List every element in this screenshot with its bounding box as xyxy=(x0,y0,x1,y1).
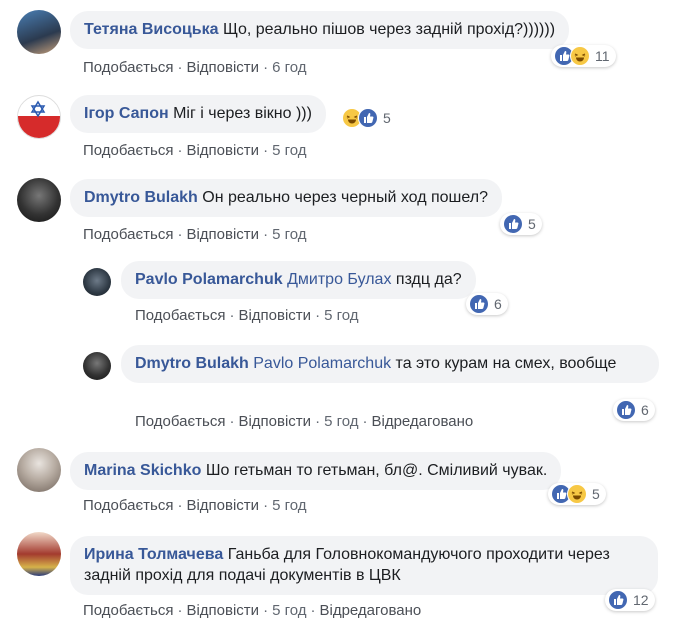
avatar[interactable] xyxy=(83,268,111,296)
avatar[interactable] xyxy=(17,532,61,576)
reactions-badge[interactable]: 5 xyxy=(339,107,397,129)
like-icon xyxy=(608,590,628,610)
timestamp[interactable]: 5 год xyxy=(272,602,306,619)
avatar[interactable] xyxy=(17,448,61,492)
mention-link[interactable]: Дмитро Булах xyxy=(287,271,391,288)
comment-bubble: Marina Skichko Шо гетьман то гетьман, бл… xyxy=(70,452,562,490)
reaction-count: 6 xyxy=(494,296,502,312)
like-link[interactable]: Подобається xyxy=(83,142,173,159)
timestamp[interactable]: 5 год xyxy=(324,413,358,430)
avatar[interactable] xyxy=(17,178,61,222)
like-link[interactable]: Подобається xyxy=(83,59,173,76)
comment-author[interactable]: Тетяна Висоцька xyxy=(84,21,218,38)
reply-link[interactable]: Відповісти xyxy=(186,602,259,619)
mention-link[interactable]: Pavlo Polamarchuk xyxy=(253,355,391,372)
reaction-count: 5 xyxy=(592,486,600,502)
like-link[interactable]: Подобається xyxy=(83,602,173,619)
like-link[interactable]: Подобається xyxy=(135,413,225,430)
haha-icon xyxy=(570,46,590,66)
comment-author[interactable]: Dmytro Bulakh xyxy=(84,189,198,206)
comment-text: Міг і через вікно ))) xyxy=(173,105,312,122)
timestamp[interactable]: 5 год xyxy=(324,307,358,324)
comment-actions: Подобається · Відповісти · 5 год xyxy=(83,142,307,159)
comment-actions: Подобається · Відповісти · 5 год xyxy=(135,307,359,324)
like-link[interactable]: Подобається xyxy=(83,497,173,514)
reply-link[interactable]: Відповісти xyxy=(186,142,259,159)
reply-link[interactable]: Відповісти xyxy=(238,413,311,430)
edited-label[interactable]: Відредаговано xyxy=(371,413,473,430)
comment-author[interactable]: Ігор Сапон xyxy=(84,105,169,122)
reaction-count: 6 xyxy=(641,402,649,418)
reply-link[interactable]: Відповісти xyxy=(186,497,259,514)
avatar[interactable] xyxy=(83,352,111,380)
comment-actions: Подобається · Відповісти · 6 год xyxy=(83,59,307,76)
reactions-badge[interactable]: 11 xyxy=(551,45,616,67)
comment-text: Шо гетьман то гетьман, бл@. Сміливий чув… xyxy=(205,462,548,479)
comment-bubble: Dmytro Bulakh Он реально через черный хо… xyxy=(70,179,502,217)
comment-actions: Подобається · Відповісти · 5 год xyxy=(83,226,307,243)
edited-label[interactable]: Відредаговано xyxy=(319,602,421,619)
reply-link[interactable]: Відповісти xyxy=(186,226,259,243)
timestamp[interactable]: 5 год xyxy=(272,142,306,159)
comment-text: та это курам на смех, вообще xyxy=(395,355,617,372)
like-icon xyxy=(616,400,636,420)
reply-link[interactable]: Відповісти xyxy=(186,59,259,76)
comment-bubble: Dmytro Bulakh Pavlo Polamarchuk та это к… xyxy=(121,345,659,383)
comment-actions: Подобається · Відповісти · 5 год · Відредагова… xyxy=(83,602,422,619)
reply-link[interactable]: Відповісти xyxy=(238,307,311,324)
like-icon xyxy=(469,294,489,314)
reactions-badge[interactable]: 5 xyxy=(500,213,542,235)
comment-bubble: Ирина Толмачева Ганьба для Головнокоманд… xyxy=(70,536,658,595)
reactions-badge[interactable]: 6 xyxy=(613,399,655,421)
comment-bubble: Ігор Сапон Міг і через вікно ))) xyxy=(70,95,326,133)
reaction-count: 5 xyxy=(528,216,536,232)
comment-author[interactable]: Ирина Толмачева xyxy=(84,546,223,563)
timestamp[interactable]: 6 год xyxy=(272,59,306,76)
reactions-badge[interactable]: 6 xyxy=(466,293,508,315)
comment-text: пздц да? xyxy=(395,271,462,288)
avatar[interactable] xyxy=(17,95,61,139)
reaction-count: 11 xyxy=(595,48,610,64)
comment-author[interactable]: Pavlo Polamarchuk xyxy=(135,271,283,288)
like-icon xyxy=(358,108,378,128)
comment-text: Що, реально пішов через задній прохід?))… xyxy=(222,21,556,38)
like-link[interactable]: Подобається xyxy=(135,307,225,324)
timestamp[interactable]: 5 год xyxy=(272,497,306,514)
timestamp[interactable]: 5 год xyxy=(272,226,306,243)
flag-icon xyxy=(18,100,60,138)
reactions-badge[interactable]: 12 xyxy=(605,589,655,611)
comment-text: Он реально через черный ход пошел? xyxy=(202,189,488,206)
reaction-count: 5 xyxy=(383,110,391,126)
haha-icon xyxy=(567,484,587,504)
like-icon xyxy=(503,214,523,234)
comment-author[interactable]: Marina Skichko xyxy=(84,462,201,479)
comment-author[interactable]: Dmytro Bulakh xyxy=(135,355,249,372)
avatar[interactable] xyxy=(17,10,61,54)
comment-bubble: Pavlo Polamarchuk Дмитро Булах пздц да? xyxy=(121,261,476,299)
comment-bubble: Тетяна Висоцька Що, реально пішов через … xyxy=(70,11,570,49)
like-link[interactable]: Подобається xyxy=(83,226,173,243)
reaction-count: 12 xyxy=(633,592,649,608)
comment-actions: Подобається · Відповісти · 5 год xyxy=(83,497,307,514)
comment-actions: Подобається · Відповісти · 5 год · Відредагова… xyxy=(135,413,474,430)
reactions-badge[interactable]: 5 xyxy=(548,483,606,505)
